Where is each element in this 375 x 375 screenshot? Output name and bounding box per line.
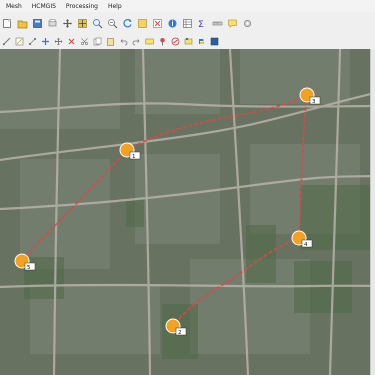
marker-label-5: 5 xyxy=(27,265,31,271)
marker-label-2: 2 xyxy=(178,330,182,336)
open-attribute-table-icon[interactable] xyxy=(182,18,193,29)
menu-hcmgis[interactable]: HCMGIS xyxy=(32,3,56,10)
zoom-in-icon[interactable] xyxy=(92,18,103,29)
pan-icon[interactable] xyxy=(62,18,73,29)
marker-label-4: 4 xyxy=(304,242,308,248)
annotation-icon[interactable] xyxy=(227,18,238,29)
pin-icon[interactable] xyxy=(158,37,167,46)
paste-icon[interactable] xyxy=(106,37,115,46)
cut-icon[interactable] xyxy=(80,37,89,46)
statistics-icon[interactable]: Σ xyxy=(197,18,208,29)
settings-icon[interactable] xyxy=(242,18,253,29)
map-svg: 1 3 4 5 2 xyxy=(0,49,375,375)
menu-help[interactable]: Help xyxy=(108,3,122,10)
move-feature-icon[interactable] xyxy=(54,37,63,46)
redo-icon[interactable] xyxy=(132,37,141,46)
undo-icon[interactable] xyxy=(119,37,128,46)
open-project-icon[interactable] xyxy=(17,18,28,29)
main-toolbar: Σ xyxy=(0,12,375,35)
edit-layer-icon[interactable] xyxy=(15,37,24,46)
route-icon[interactable] xyxy=(171,37,180,46)
plugin-icon[interactable] xyxy=(184,37,193,46)
svg-text:Σ: Σ xyxy=(198,20,204,29)
save-project-icon[interactable] xyxy=(32,18,43,29)
label-icon[interactable] xyxy=(145,37,154,46)
add-feature-icon[interactable] xyxy=(41,37,50,46)
menu-processing[interactable]: Processing xyxy=(66,3,98,10)
menu-mesh[interactable]: Mesh xyxy=(6,3,22,10)
delete-feature-icon[interactable] xyxy=(67,37,76,46)
print-layout-icon[interactable] xyxy=(47,18,58,29)
zoom-out-icon[interactable] xyxy=(107,18,118,29)
digitize-icon[interactable] xyxy=(2,37,11,46)
pan-to-selection-icon[interactable] xyxy=(77,18,88,29)
refresh-icon[interactable] xyxy=(122,18,133,29)
map-canvas[interactable]: 1 3 4 5 2 xyxy=(0,49,375,375)
new-project-icon[interactable] xyxy=(2,18,13,29)
copy-icon[interactable] xyxy=(93,37,102,46)
node-tool-icon[interactable] xyxy=(28,37,37,46)
marker-label-1: 1 xyxy=(132,154,136,160)
secondary-toolbar xyxy=(0,34,375,50)
map-vertical-scrollbar[interactable] xyxy=(370,49,375,375)
measure-icon[interactable] xyxy=(212,18,223,29)
python-icon[interactable] xyxy=(197,37,206,46)
help-icon[interactable] xyxy=(210,37,219,46)
select-features-icon[interactable] xyxy=(137,18,148,29)
deselect-icon[interactable] xyxy=(152,18,163,29)
identify-icon[interactable] xyxy=(167,18,178,29)
marker-label-3: 3 xyxy=(312,99,316,105)
